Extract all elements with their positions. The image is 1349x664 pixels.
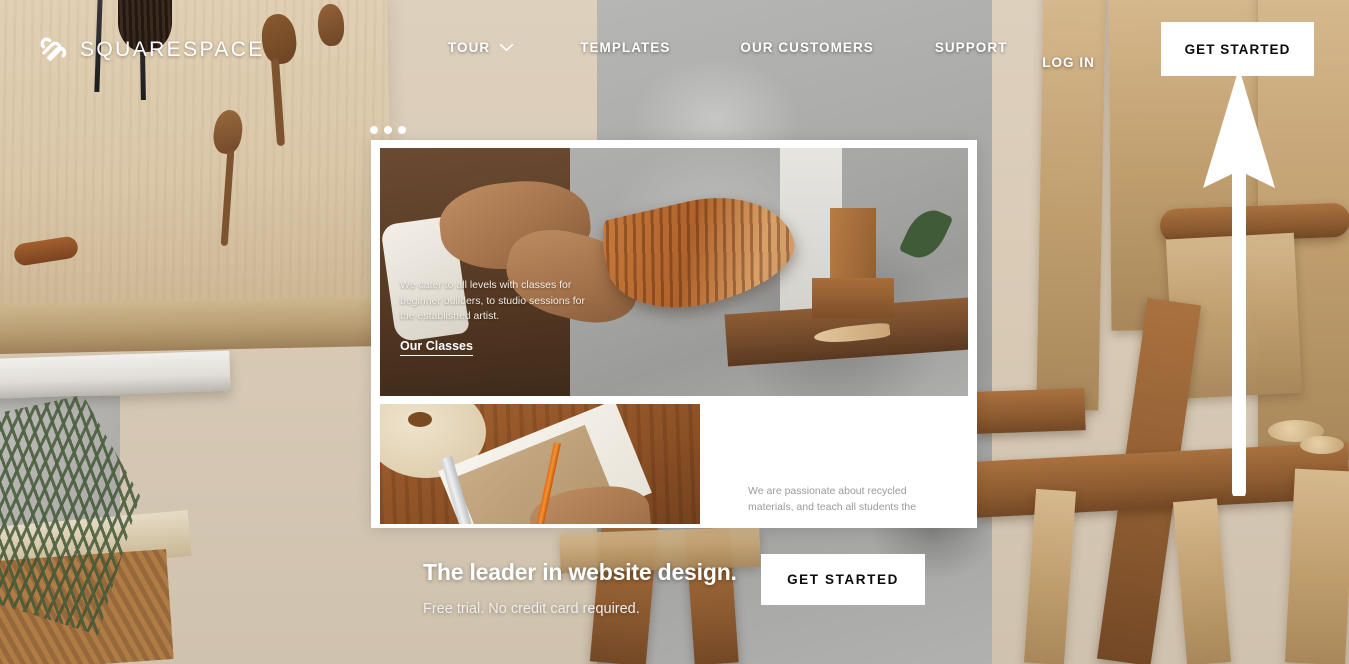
preview-lower-section: We are passionate about recycled materia…: [380, 404, 968, 524]
nav-item-support[interactable]: SUPPORT: [935, 40, 1008, 55]
background-offcut: [974, 388, 1086, 434]
get-started-button-header[interactable]: GET STARTED: [1161, 22, 1314, 76]
get-started-button-banner[interactable]: GET STARTED: [761, 554, 925, 605]
carousel-dots[interactable]: [370, 126, 406, 134]
chevron-down-icon: [500, 43, 514, 52]
preview-lower-image: [380, 404, 700, 524]
preview-hero-image: We cater to all levels with classes for …: [380, 148, 968, 396]
background-wood-panel-edge: [0, 295, 391, 355]
logo-wordmark: SQUARESPACE: [80, 37, 265, 61]
preview-lower-text: We are passionate about recycled materia…: [748, 485, 917, 513]
nav-item-our-customers[interactable]: OUR CUSTOMERS: [740, 40, 873, 55]
promo-title: The leader in website design.: [423, 559, 737, 585]
squarespace-logo-mark: [40, 37, 67, 61]
template-preview-card[interactable]: We cater to all levels with classes for …: [371, 140, 977, 528]
carousel-dot[interactable]: [398, 126, 406, 134]
preview-hero-caption-block: We cater to all levels with classes for …: [400, 278, 600, 356]
nav-label-tour: TOUR: [448, 40, 491, 55]
promo-subtitle: Free trial. No credit card required.: [423, 601, 640, 617]
header-actions: LOG IN GET STARTED: [1042, 22, 1314, 76]
preview-hero-post-base: [812, 278, 894, 318]
carousel-dot[interactable]: [384, 126, 392, 134]
carousel-dot[interactable]: [370, 126, 378, 134]
nav-item-templates[interactable]: TEMPLATES: [580, 40, 670, 55]
preview-hero-caption-text: We cater to all levels with classes for …: [400, 279, 586, 323]
our-classes-link[interactable]: Our Classes: [400, 339, 473, 356]
background-wood-shaving-2: [1300, 436, 1344, 454]
site-header: SQUARESPACE TOUR TEMPLATES OUR CUSTOMERS…: [0, 0, 1349, 97]
bottom-promo-banner: The leader in website design. Free trial…: [0, 540, 1349, 664]
nav-item-tour[interactable]: TOUR: [448, 40, 514, 55]
main-navigation: TOUR TEMPLATES OUR CUSTOMERS SUPPORT: [448, 40, 1007, 55]
preview-lower-disc-hole: [408, 412, 432, 427]
squarespace-logo[interactable]: SQUARESPACE: [38, 34, 265, 65]
log-in-link[interactable]: LOG IN: [1042, 55, 1095, 70]
